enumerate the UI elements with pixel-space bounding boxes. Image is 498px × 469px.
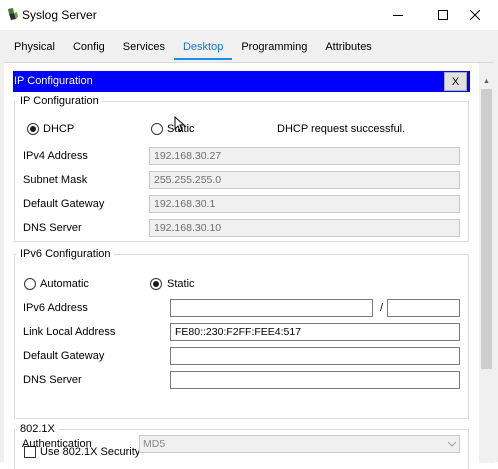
title-bar: Syslog Server (0, 0, 498, 30)
dns-server-field[interactable]: 192.168.30.10 (149, 219, 460, 237)
maximize-icon (438, 10, 448, 20)
link-local-label: Link Local Address (23, 326, 116, 338)
dhcp-status-text: DHCP request successful. (277, 123, 406, 135)
ipv6-gateway-field[interactable] (170, 347, 460, 365)
window-title: Syslog Server (22, 8, 97, 22)
subnet-mask-label: Subnet Mask (23, 174, 88, 186)
static-radio[interactable] (151, 123, 163, 135)
link-local-field[interactable]: FE80::230:F2FF:FEE4:517 (170, 323, 460, 341)
ip-configuration-title: IP Configuration (13, 71, 470, 92)
minimize-icon (393, 15, 403, 16)
ipv4-address-label: IPv4 Address (23, 150, 88, 162)
tab-programming[interactable]: Programming (232, 38, 316, 60)
vertical-scrollbar[interactable]: ▲ (479, 63, 494, 463)
ipv6-static-label: Static (167, 278, 195, 290)
ipv6-group: IPv6 Configuration Automatic Static IPv6… (14, 248, 469, 419)
tab-attributes[interactable]: Attributes (316, 38, 380, 60)
ip-config-close-button[interactable]: X (444, 72, 467, 91)
automatic-label: Automatic (40, 278, 89, 290)
desktop-panel: IP Configuration X ▲ IP Configuration DH… (4, 62, 494, 469)
subnet-mask-field[interactable]: 255.255.255.0 (149, 171, 460, 189)
dhcp-radio[interactable] (27, 123, 39, 135)
ipv4-group-label: IP Configuration (17, 95, 102, 107)
ipv6-static-radio[interactable] (150, 278, 162, 290)
automatic-radio[interactable] (24, 278, 36, 290)
prefix-separator: / (380, 302, 384, 314)
tab-desktop[interactable]: Desktop (173, 38, 233, 60)
default-gateway-field[interactable]: 192.168.30.1 (149, 195, 460, 213)
dns-server-label: DNS Server (23, 222, 82, 234)
tab-services[interactable]: Services (114, 38, 174, 60)
ipv6-group-label: IPv6 Configuration (17, 248, 114, 260)
ipv6-prefix-field[interactable] (387, 299, 460, 317)
tab-config[interactable]: Config (64, 38, 114, 60)
minimize-button[interactable] (375, 0, 421, 30)
chevron-down-icon (448, 441, 456, 447)
default-gateway-label: Default Gateway (23, 198, 105, 210)
ipv6-address-label: IPv6 Address (23, 302, 88, 314)
tab-strip: Physical Config Services Desktop Program… (5, 38, 381, 60)
ipv4-address-field[interactable]: 192.168.30.27 (149, 147, 460, 165)
authentication-select[interactable]: MD5 (139, 435, 460, 453)
close-window-button[interactable] (452, 0, 498, 30)
scroll-up-icon[interactable]: ▲ (479, 75, 494, 89)
ipv6-address-field[interactable] (170, 299, 373, 317)
dhcp-label: DHCP (43, 123, 75, 135)
ipv6-dns-field[interactable] (170, 371, 460, 389)
tab-physical[interactable]: Physical (5, 38, 64, 60)
scrollbar-thumb[interactable] (481, 89, 492, 369)
ipv6-dns-label: DNS Server (23, 374, 82, 386)
server-app-icon (8, 8, 18, 20)
ipv4-group: IP Configuration DHCP Static DHCP reques… (14, 95, 469, 242)
authentication-value: MD5 (143, 438, 166, 450)
close-icon (470, 10, 480, 20)
ipv6-gateway-label: Default Gateway (23, 350, 105, 362)
mouse-cursor-icon (174, 116, 185, 132)
dot1x-group-label: 802.1X (17, 423, 58, 435)
tab-container: Physical Config Services Desktop Program… (0, 30, 498, 469)
authentication-label: Authentication (22, 438, 92, 450)
